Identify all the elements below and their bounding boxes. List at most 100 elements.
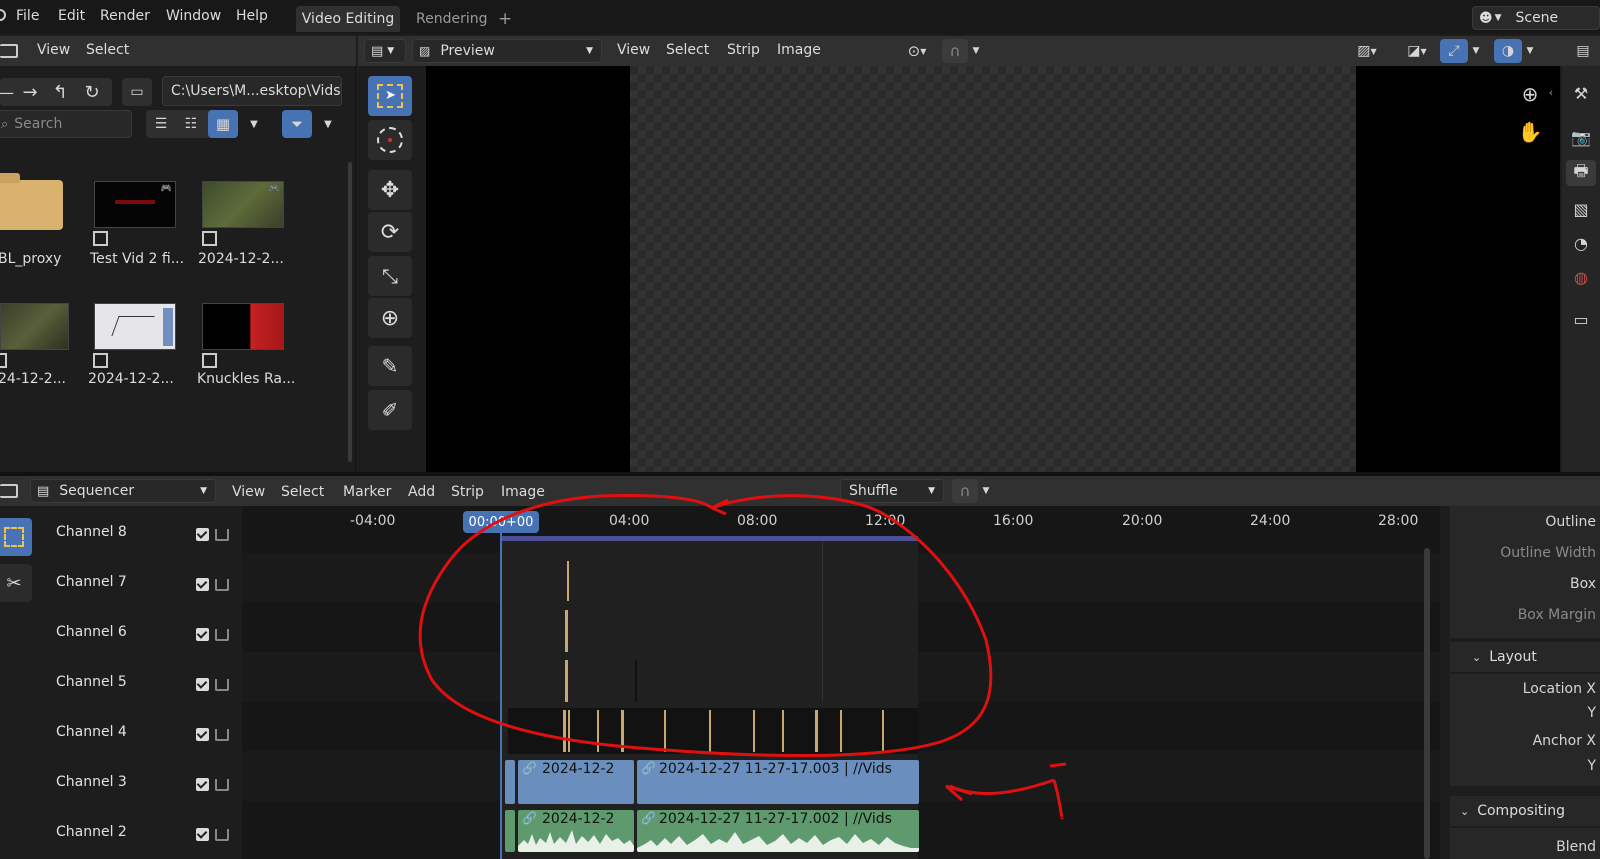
file-menu-view[interactable]: View [37, 42, 70, 58]
preview-editor-type[interactable]: ▤ ▼ [364, 39, 406, 63]
world-icon[interactable]: ◍ [1566, 264, 1596, 290]
tool-move[interactable]: ✥ [368, 170, 412, 210]
timeline-strip-small[interactable] [597, 710, 599, 752]
snap-magnet-icon[interactable]: ∩ [952, 479, 978, 503]
chevron-down-icon[interactable]: ▼ [968, 39, 984, 63]
filter-icon[interactable]: ⏷ [282, 110, 312, 138]
video-thumbnail[interactable] [202, 303, 284, 350]
seq-menu-strip[interactable]: Strip [451, 484, 484, 500]
chevron-down-icon[interactable]: ▼ [318, 112, 338, 136]
forward-arrow-icon[interactable]: → [18, 80, 42, 104]
editor-type-icon[interactable] [0, 44, 18, 58]
video-thumbnail[interactable]: 🎮 [94, 181, 176, 228]
search-input[interactable]: ⌕ Search [0, 110, 132, 138]
overlay-icon[interactable]: ◑ [1494, 39, 1522, 63]
zoom-icon[interactable]: ⊕ [1516, 80, 1544, 108]
movie-strip[interactable]: 🔗 2024-12-27 11-27-17.003 | //Vids [637, 760, 919, 804]
blade-tool-icon[interactable]: ✂ [0, 564, 32, 602]
sound-strip[interactable]: 🔗 2024-12-27 11-27-17.002 | //Vids [637, 810, 919, 852]
folder-icon[interactable] [0, 180, 63, 230]
tool-transform[interactable]: ⊕ [368, 298, 412, 338]
playhead-frame-indicator[interactable]: 00:00+00 [463, 511, 539, 533]
channel-8-mute-checkbox[interactable] [196, 528, 209, 541]
timeline-scrollbar[interactable] [1424, 548, 1430, 859]
vertical-list-icon[interactable]: ☰ [148, 112, 174, 136]
file-browser-scrollbar[interactable] [348, 162, 352, 462]
timeline-strip-small[interactable] [753, 710, 755, 752]
video-thumbnail[interactable] [0, 303, 69, 350]
seq-menu-view[interactable]: View [232, 484, 265, 500]
overlay-image-icon[interactable]: ▨ ▼ [1350, 39, 1384, 63]
menu-file[interactable]: File [16, 8, 39, 24]
chevron-down-icon[interactable]: ▼ [1522, 39, 1538, 63]
channel-7-mute-checkbox[interactable] [196, 578, 209, 591]
timeline-strip-small[interactable] [568, 710, 570, 752]
movie-strip[interactable]: 🔗 2024-12-2 [518, 760, 634, 804]
display-channel-icon[interactable]: ◪ ▼ [1400, 39, 1434, 63]
view-layer-icon[interactable]: ▧ [1566, 196, 1596, 222]
seq-menu-select[interactable]: Select [281, 484, 324, 500]
file-name[interactable]: Knuckles Ra... [197, 371, 295, 387]
tool-annotate[interactable]: ✐ [368, 390, 412, 430]
pivot-icon[interactable]: ⊙ ▼ [900, 39, 934, 63]
channel-6-mute-checkbox[interactable] [196, 628, 209, 641]
chevron-down-icon[interactable]: ▼ [244, 112, 264, 136]
video-thumbnail[interactable] [94, 303, 176, 350]
pan-hand-icon[interactable]: ✋ [1516, 118, 1544, 146]
timeline-strip-small[interactable] [709, 710, 711, 752]
tool-scale[interactable]: ⤡ [368, 256, 412, 296]
movie-strip-sliver[interactable] [505, 760, 515, 804]
lock-icon[interactable] [215, 729, 229, 741]
channel-4-mute-checkbox[interactable] [196, 728, 209, 741]
preview-menu-view[interactable]: View [617, 42, 650, 58]
file-name[interactable]: Test Vid 2 fi... [90, 251, 184, 267]
menu-help[interactable]: Help [236, 8, 268, 24]
preview-menu-strip[interactable]: Strip [727, 42, 760, 58]
seq-menu-add[interactable]: Add [408, 484, 435, 500]
video-thumbnail[interactable]: 🎮 [202, 181, 284, 228]
refresh-icon[interactable]: ↻ [80, 80, 104, 104]
compositing-panel-header[interactable]: ⌄ Compositing [1450, 796, 1600, 826]
file-name[interactable]: 2024-12-2... [198, 251, 284, 267]
channel-5-mute-checkbox[interactable] [196, 678, 209, 691]
chevron-down-icon[interactable]: ▼ [1468, 39, 1484, 63]
timeline-strip-small[interactable] [565, 660, 568, 702]
layout-panel-header[interactable]: ⌄ Layout [1450, 642, 1600, 672]
sidebar-toggle-icon[interactable]: ‹ [1546, 84, 1556, 100]
preview-mode-dropdown[interactable]: ▨ Preview ▼ [412, 39, 602, 63]
timeline-strip-small[interactable] [782, 710, 784, 752]
tool-cursor[interactable] [368, 120, 412, 160]
horizontal-list-icon[interactable]: ☷ [178, 112, 204, 136]
gizmo-icon[interactable]: ⤢ [1440, 39, 1468, 63]
lock-icon[interactable] [215, 579, 229, 591]
sound-strip[interactable]: 🔗 2024-12-2 [518, 810, 634, 852]
tab-video-editing[interactable]: Video Editing [296, 6, 400, 32]
menu-edit[interactable]: Edit [58, 8, 85, 24]
channel-3-mute-checkbox[interactable] [196, 778, 209, 791]
select-tool-icon[interactable] [0, 518, 32, 556]
path-field[interactable]: C:\Users\M...esktop\Vids\ [162, 76, 342, 106]
lock-icon[interactable] [215, 679, 229, 691]
seq-menu-marker[interactable]: Marker [343, 484, 391, 500]
timeline-strip-small[interactable] [621, 710, 624, 752]
add-workspace-button[interactable]: + [498, 9, 512, 29]
preview-menu-select[interactable]: Select [666, 42, 709, 58]
parent-directory-icon[interactable]: ↰ [48, 80, 72, 104]
snap-mode-dropdown[interactable]: Shuffle ▼ [840, 479, 944, 503]
timeline-strip-small[interactable] [664, 710, 666, 752]
timeline-strip-small[interactable] [815, 710, 818, 752]
timeline-strip-small[interactable] [840, 710, 842, 752]
chevron-down-icon[interactable]: ▼ [978, 479, 994, 503]
tool-settings-icon[interactable]: ⚒ [1566, 80, 1596, 106]
lock-icon[interactable] [215, 529, 229, 541]
scene-selector[interactable]: ☻ ▼ Scene [1472, 6, 1600, 30]
timeline-strip-small[interactable] [882, 710, 884, 752]
editor-type-icon[interactable] [0, 484, 18, 498]
lock-icon[interactable] [215, 829, 229, 841]
snap-magnet-icon[interactable]: ∩ [942, 39, 968, 63]
sequencer-editor-dropdown[interactable]: ▤ Sequencer ▼ [30, 479, 216, 503]
preview-menu-image[interactable]: Image [777, 42, 821, 58]
channel-2-mute-checkbox[interactable] [196, 828, 209, 841]
file-name[interactable]: 2024-12-2... [88, 371, 174, 387]
lock-icon[interactable] [215, 629, 229, 641]
